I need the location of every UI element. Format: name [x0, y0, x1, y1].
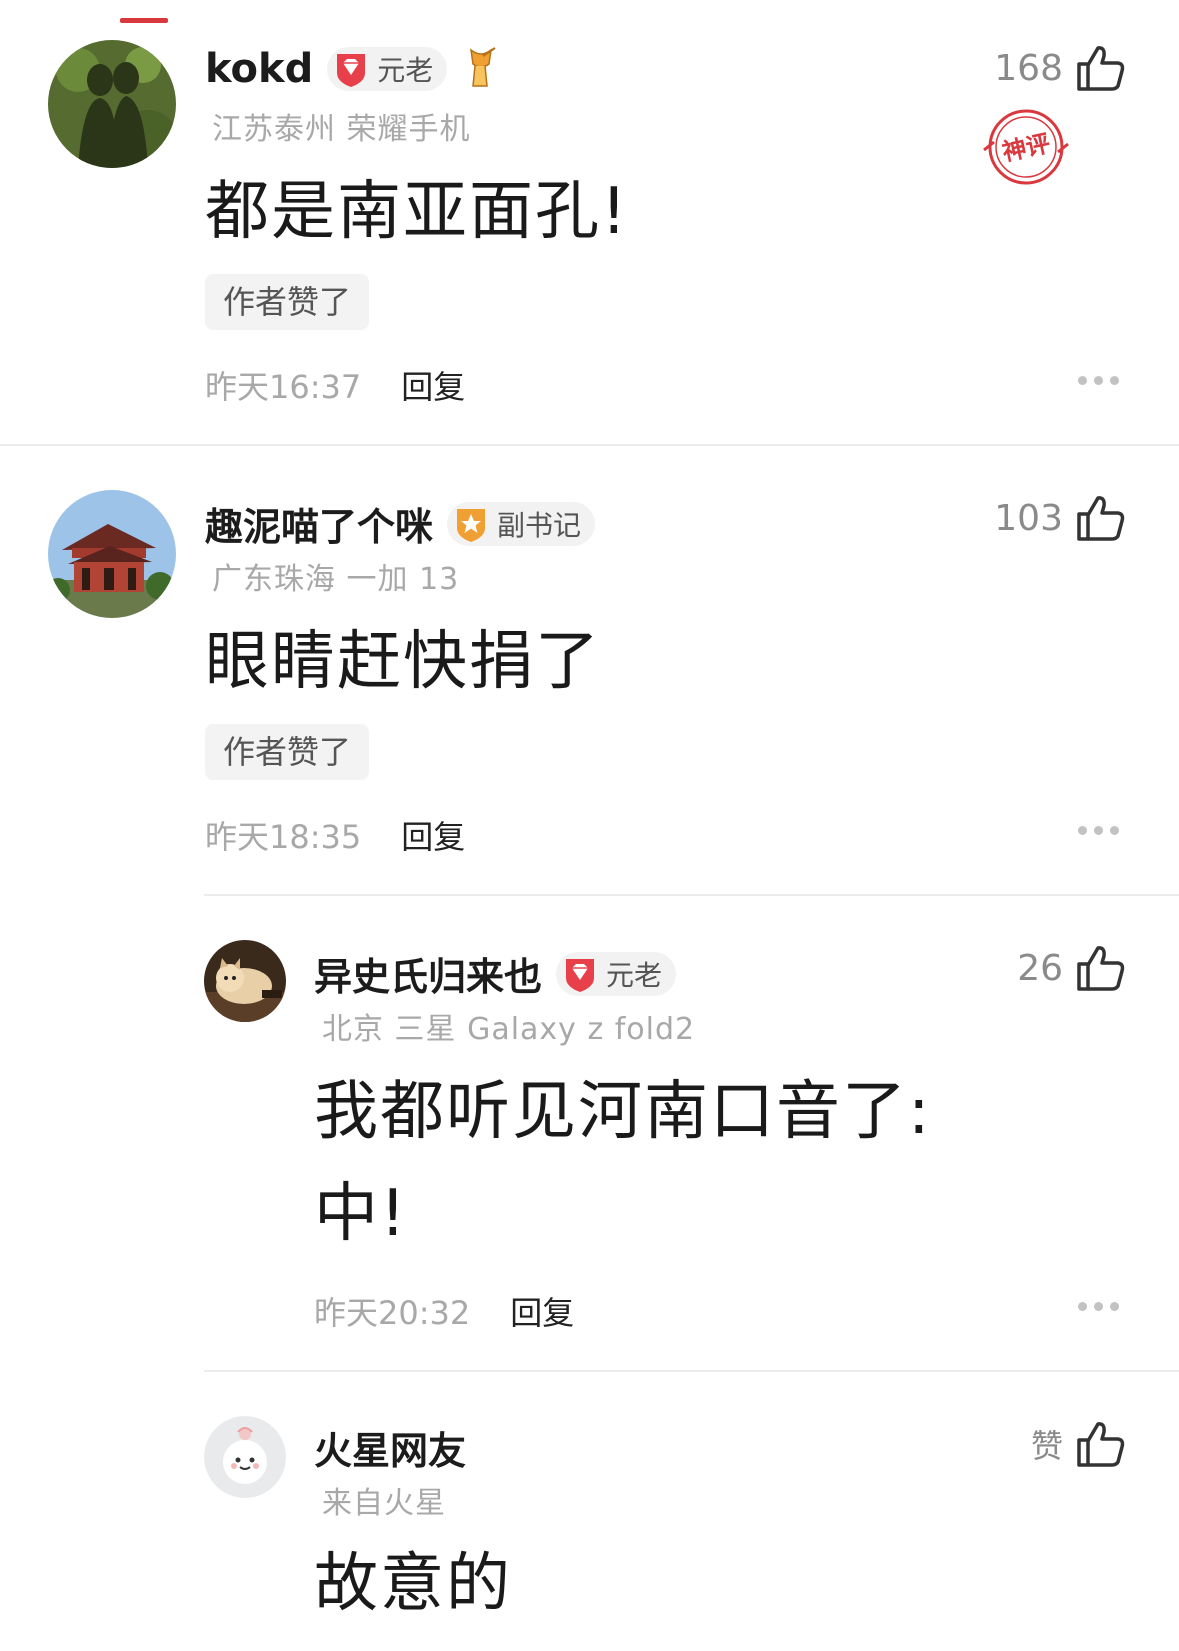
- like-button[interactable]: 168: [994, 44, 1127, 92]
- divider: [204, 894, 1179, 896]
- comment-text-line-2: 中!: [314, 1177, 408, 1251]
- location-device: 来自火星: [322, 1486, 446, 1521]
- comment-time: 昨天16:37: [205, 368, 362, 406]
- like-button[interactable]: 赞: [1031, 1420, 1127, 1468]
- rank-badge[interactable]: 元老: [556, 951, 677, 996]
- location-device: 北京 三星 Galaxy z fold2: [322, 1012, 696, 1047]
- comment-text: 都是南亚面孔!: [205, 175, 629, 249]
- username[interactable]: 火星网友: [314, 1420, 466, 1475]
- location-device: 广东珠海 一加 13: [212, 562, 460, 597]
- stamp-label: 神评: [1000, 129, 1053, 166]
- reply-button[interactable]: 回复: [401, 812, 465, 858]
- author-liked-tag: 作者赞了: [205, 724, 370, 780]
- avatar[interactable]: [48, 490, 176, 618]
- like-count: 103: [994, 497, 1063, 539]
- avatar[interactable]: [48, 40, 176, 168]
- comment-text: 眼睛赶快捐了: [205, 625, 601, 699]
- badge-label: 副书记: [497, 508, 582, 542]
- author-liked-tag: 作者赞了: [205, 274, 370, 330]
- thumbs-up-icon: [1077, 1422, 1125, 1467]
- avatar[interactable]: [204, 1416, 286, 1498]
- username[interactable]: kokd: [205, 46, 313, 92]
- divider: [0, 444, 1179, 446]
- rank-badge[interactable]: 副书记: [447, 501, 596, 546]
- divider: [204, 1370, 1179, 1372]
- diamond-badge-icon: [560, 954, 600, 994]
- thumbs-up-icon: [1077, 46, 1125, 91]
- trophy-hand-icon: [461, 46, 501, 92]
- comment-time: 昨天18:35: [205, 818, 362, 856]
- star-badge-icon: [451, 504, 491, 544]
- reply-button[interactable]: 回复: [510, 1288, 574, 1334]
- username[interactable]: 趣泥喵了个咪: [205, 496, 433, 551]
- comment-time: 昨天20:32: [314, 1294, 471, 1332]
- like-count: 168: [994, 47, 1063, 89]
- comment-text-line-1: 我都听见河南口音了:: [314, 1075, 932, 1149]
- avatar[interactable]: [204, 940, 286, 1022]
- username[interactable]: 异史氏归来也: [314, 946, 542, 1001]
- tab-indicator: [120, 18, 168, 23]
- thumbs-up-icon: [1077, 946, 1125, 991]
- comment-list: kokd 元老 江苏泰州 荣耀手机 168 神评 都是南亚面孔! 作者赞了 昨天…: [0, 0, 1179, 1651]
- badge-label: 元老: [377, 54, 434, 87]
- rank-badge[interactable]: 元老: [327, 47, 448, 91]
- comment-text: 故意的: [314, 1547, 512, 1621]
- more-dots-icon[interactable]: [1078, 376, 1119, 385]
- badge-label: 元老: [606, 958, 663, 992]
- like-count: 26: [1017, 947, 1063, 989]
- reply-button[interactable]: 回复: [401, 362, 465, 408]
- god-comment-stamp: 神评: [980, 106, 1072, 188]
- like-count: 赞: [1030, 1427, 1063, 1465]
- location-device: 江苏泰州 荣耀手机: [212, 112, 471, 147]
- more-dots-icon[interactable]: [1078, 1302, 1119, 1311]
- like-button[interactable]: 103: [994, 494, 1127, 542]
- more-dots-icon[interactable]: [1078, 826, 1119, 835]
- diamond-badge-icon: [331, 49, 371, 89]
- thumbs-up-icon: [1077, 496, 1125, 541]
- like-button[interactable]: 26: [1017, 944, 1127, 992]
